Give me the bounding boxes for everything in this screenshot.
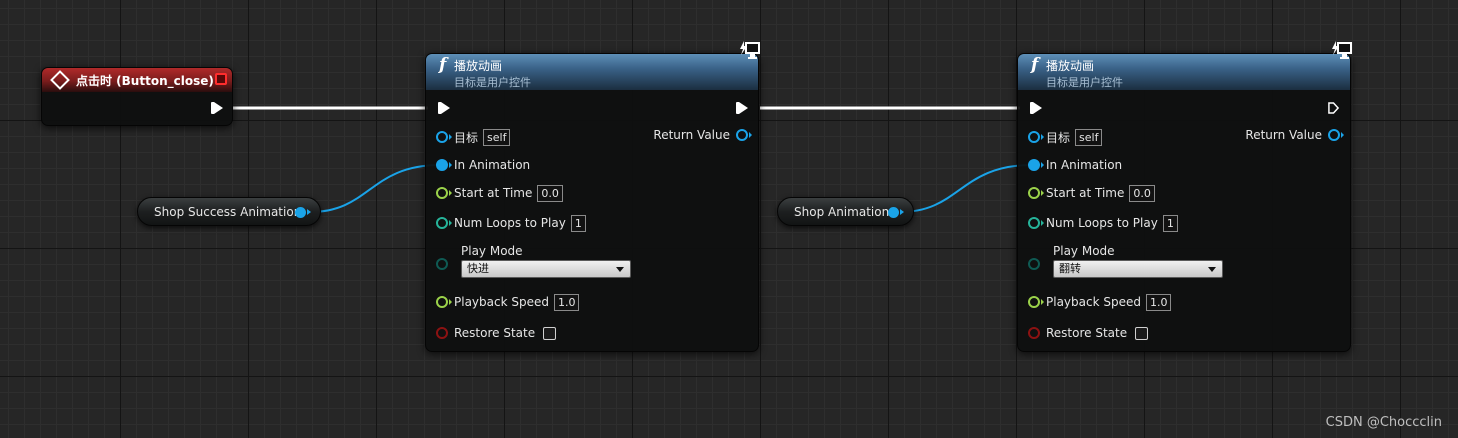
num-loops-pin-icon[interactable] bbox=[436, 217, 452, 229]
return-value-pin-icon[interactable] bbox=[736, 129, 752, 141]
play-mode-dropdown[interactable]: 快进 bbox=[461, 260, 631, 278]
start-at-time-input[interactable]: 0.0 bbox=[537, 184, 563, 202]
pin-row-target: 目标 self bbox=[1028, 128, 1103, 146]
restore-state-pin-icon[interactable] bbox=[436, 327, 448, 339]
function-icon: f bbox=[1031, 55, 1039, 75]
delegate-pin-icon[interactable] bbox=[215, 73, 227, 85]
in-animation-label: In Animation bbox=[454, 158, 531, 172]
exec-out-pin-unconnected[interactable] bbox=[1328, 102, 1339, 114]
function-icon: f bbox=[439, 55, 447, 75]
return-value-label: Return Value bbox=[653, 128, 730, 142]
play-animation-node-2[interactable]: f 播放动画 目标是用户控件 目标 self Return Value In A… bbox=[1017, 41, 1352, 352]
chevron-down-icon bbox=[616, 267, 624, 272]
in-animation-pin-icon[interactable] bbox=[1028, 159, 1044, 171]
playback-speed-input[interactable]: 1.0 bbox=[553, 293, 580, 311]
start-at-time-pin-icon[interactable] bbox=[1028, 187, 1044, 199]
watermark: CSDN @Choccclin bbox=[1325, 415, 1442, 430]
target-value[interactable]: self bbox=[1075, 128, 1103, 146]
pin-row-play-mode: Play Mode bbox=[455, 243, 523, 259]
pin-row-num-loops: Num Loops to Play 1 bbox=[1028, 214, 1178, 232]
restore-state-checkbox[interactable] bbox=[1135, 326, 1149, 340]
pin-row-play-mode: Play Mode bbox=[1047, 243, 1115, 259]
variable-out-pin[interactable] bbox=[295, 207, 311, 218]
object-wire-2[interactable] bbox=[899, 164, 1033, 213]
exec-in-pin[interactable] bbox=[438, 102, 450, 114]
start-at-time-input[interactable]: 0.0 bbox=[1129, 184, 1155, 202]
event-title: 点击时 (Button_close) bbox=[76, 73, 214, 88]
target-label: 目标 bbox=[454, 130, 479, 145]
pin-row-return-value: Return Value bbox=[653, 128, 752, 142]
play-animation-node-1[interactable]: f 播放动画 目标是用户控件 目标 self Return Value In A… bbox=[425, 41, 760, 352]
play-mode-label: Play Mode bbox=[1053, 244, 1115, 258]
restore-state-label: Restore State bbox=[454, 326, 536, 340]
playback-speed-label: Playback Speed bbox=[1046, 295, 1141, 309]
event-diamond-icon bbox=[50, 70, 70, 90]
num-loops-input[interactable]: 1 bbox=[1162, 214, 1178, 232]
pin-row-in-animation: In Animation bbox=[436, 157, 530, 173]
chevron-down-icon bbox=[1208, 267, 1216, 272]
pin-row-return-value: Return Value bbox=[1245, 128, 1344, 142]
pin-row-playback-speed: Playback Speed 1.0 bbox=[1028, 293, 1172, 311]
playback-speed-label: Playback Speed bbox=[454, 295, 549, 309]
play-mode-value: 翻转 bbox=[1059, 262, 1081, 275]
play-mode-dropdown[interactable]: 翻转 bbox=[1053, 260, 1223, 278]
playback-speed-pin-icon[interactable] bbox=[1028, 296, 1044, 308]
function-header[interactable]: f 播放动画 目标是用户控件 bbox=[1018, 41, 1352, 90]
num-loops-label: Num Loops to Play bbox=[454, 216, 566, 230]
pin-row-playback-speed: Playback Speed 1.0 bbox=[436, 293, 580, 311]
in-animation-pin-icon[interactable] bbox=[436, 159, 452, 171]
function-subtitle: 目标是用户控件 bbox=[1046, 76, 1123, 89]
restore-state-label: Restore State bbox=[1046, 326, 1128, 340]
variable-node-shop-animation[interactable]: Shop Animation bbox=[777, 197, 914, 226]
exec-in-pin[interactable] bbox=[1030, 102, 1042, 114]
event-exec-out-pin[interactable] bbox=[211, 102, 223, 114]
variable-out-pin[interactable] bbox=[888, 207, 904, 218]
return-value-pin-icon[interactable] bbox=[1328, 129, 1344, 141]
start-at-time-label: Start at Time bbox=[454, 186, 533, 200]
play-mode-label: Play Mode bbox=[461, 244, 523, 258]
event-node-button-close[interactable]: 点击时 (Button_close) bbox=[41, 67, 233, 126]
restore-state-checkbox[interactable] bbox=[543, 326, 557, 340]
pin-row-restore-state: Restore State bbox=[1028, 325, 1149, 341]
play-mode-value: 快进 bbox=[467, 262, 489, 275]
playback-speed-input[interactable]: 1.0 bbox=[1145, 293, 1172, 311]
function-subtitle: 目标是用户控件 bbox=[454, 76, 531, 89]
num-loops-label: Num Loops to Play bbox=[1046, 216, 1158, 230]
num-loops-pin-icon[interactable] bbox=[1028, 217, 1044, 229]
target-value[interactable]: self bbox=[483, 128, 511, 146]
function-header[interactable]: f 播放动画 目标是用户控件 bbox=[426, 41, 760, 90]
in-animation-label: In Animation bbox=[1046, 158, 1123, 172]
object-wire-1[interactable] bbox=[309, 164, 441, 213]
lightning-monitor-icon bbox=[740, 41, 760, 59]
pin-row-target: 目标 self bbox=[436, 128, 511, 146]
target-pin-icon[interactable] bbox=[1028, 131, 1044, 143]
variable-node-shop-success-animation[interactable]: Shop Success Animation bbox=[137, 197, 321, 226]
pin-row-in-animation: In Animation bbox=[1028, 157, 1122, 173]
playback-speed-pin-icon[interactable] bbox=[436, 296, 452, 308]
exec-out-pin[interactable] bbox=[736, 102, 748, 114]
function-title: 播放动画 bbox=[1046, 59, 1095, 73]
pin-row-start-at-time: Start at Time 0.0 bbox=[436, 184, 563, 202]
restore-state-pin-icon[interactable] bbox=[1028, 327, 1040, 339]
start-at-time-label: Start at Time bbox=[1046, 186, 1125, 200]
target-pin-icon[interactable] bbox=[436, 131, 452, 143]
event-header[interactable]: 点击时 (Button_close) bbox=[42, 68, 232, 92]
pin-row-num-loops: Num Loops to Play 1 bbox=[436, 214, 586, 232]
variable-label: Shop Animation bbox=[794, 204, 890, 219]
start-at-time-pin-icon[interactable] bbox=[436, 187, 452, 199]
pin-row-start-at-time: Start at Time 0.0 bbox=[1028, 184, 1155, 202]
num-loops-input[interactable]: 1 bbox=[570, 214, 586, 232]
lightning-monitor-icon bbox=[1332, 41, 1352, 59]
return-value-label: Return Value bbox=[1245, 128, 1322, 142]
play-mode-pin-icon[interactable] bbox=[436, 258, 448, 270]
variable-label: Shop Success Animation bbox=[154, 204, 302, 219]
pin-row-restore-state: Restore State bbox=[436, 325, 557, 341]
play-mode-pin-icon[interactable] bbox=[1028, 258, 1040, 270]
function-title: 播放动画 bbox=[454, 59, 503, 73]
target-label: 目标 bbox=[1046, 130, 1071, 145]
